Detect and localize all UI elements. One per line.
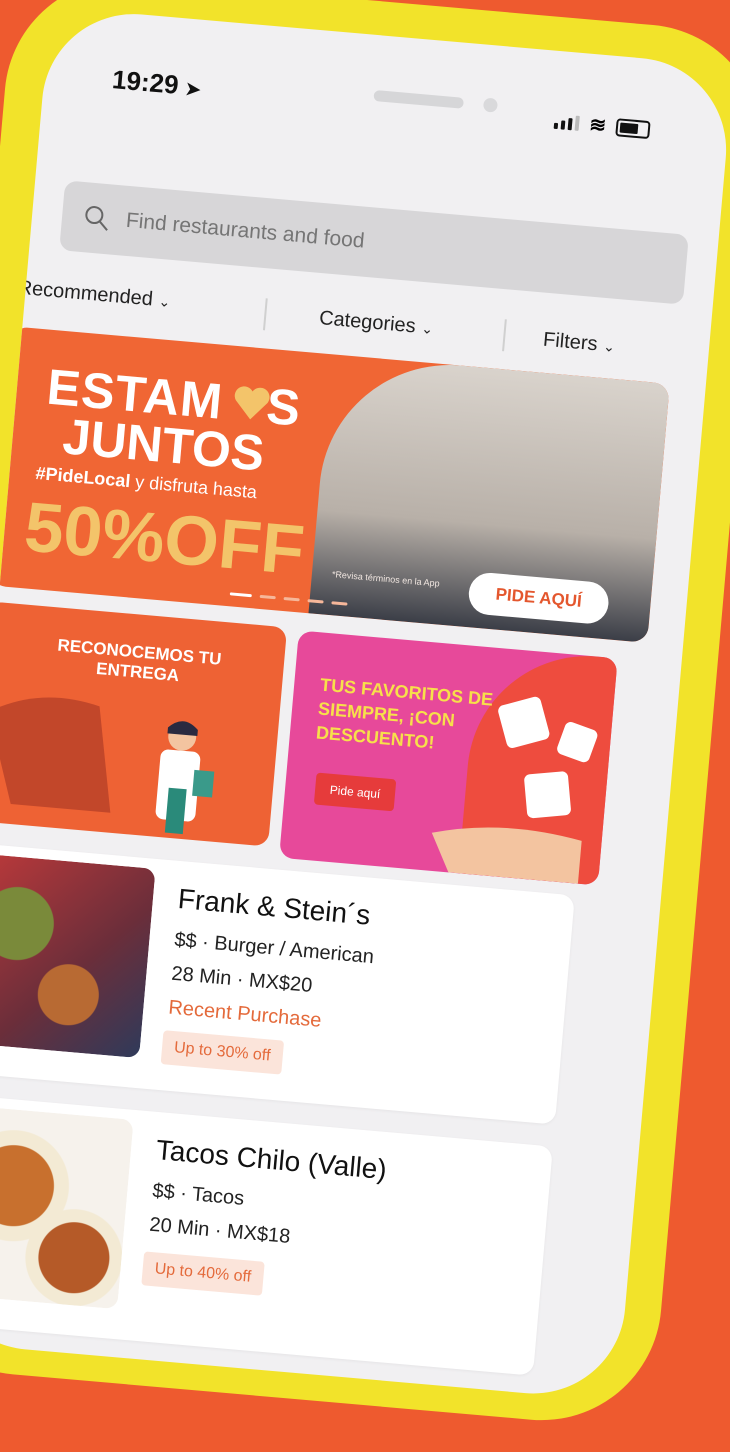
wifi-icon: ≋ <box>588 113 607 138</box>
promo-card-discount[interactable]: TUS FAVORITOS DE SIEMPRE, ¡CON DESCUENTO… <box>279 630 618 886</box>
deal-badge: Up to 30% off <box>160 1030 284 1075</box>
battery-icon <box>615 117 651 139</box>
divider <box>262 298 268 331</box>
phone-mockup: 19:29 ➤ ≋ Recommended⌄ Categories⌄ Filte… <box>0 0 730 1452</box>
promo-card-delivery[interactable]: RECONOCEMOS TU ENTREGA <box>0 601 288 847</box>
search-input[interactable] <box>122 207 648 280</box>
heart-icon <box>234 386 270 420</box>
restaurant-image <box>0 852 156 1059</box>
restaurant-delivery: 20 Min · MX$18 <box>148 1213 292 1248</box>
camera <box>482 97 499 113</box>
promo-banner[interactable]: ESTAM S JUNTOS #PideLocal y disfruta hast… <box>0 326 670 643</box>
status-icons: ≋ <box>553 109 651 142</box>
chevron-down-icon: ⌄ <box>158 293 172 310</box>
signal-icon <box>553 114 581 131</box>
filter-label: Recommended <box>16 276 154 311</box>
speaker <box>373 89 464 109</box>
restaurant-meta: $$ · Tacos <box>151 1179 246 1210</box>
restaurant-card[interactable]: Frank & Stein´s $$ · Burger / American 2… <box>0 842 575 1125</box>
restaurant-delivery: 28 Min · MX$20 <box>170 962 314 997</box>
filter-recommended[interactable]: Recommended ⌄ <box>17 277 172 313</box>
status-time: 19:29 ➤ <box>110 64 202 100</box>
restaurant-image <box>0 1103 134 1310</box>
filter-categories[interactable]: Categories ⌄ <box>318 307 434 340</box>
search-bar[interactable] <box>59 180 689 305</box>
divider <box>502 319 507 352</box>
filter-filters[interactable]: Filters ⌄ <box>542 329 616 358</box>
restaurant-meta: $$ · Burger / American <box>173 928 375 969</box>
deal-badge: Up to 40% off <box>141 1251 265 1296</box>
restaurant-card[interactable]: Tacos Chilo (Valle) $$ · Tacos 20 Min · … <box>0 1093 553 1376</box>
location-arrow-icon: ➤ <box>184 78 202 100</box>
chevron-down-icon: ⌄ <box>602 337 616 355</box>
filter-label: Filters <box>542 328 599 356</box>
app-screen: 19:29 ➤ ≋ Recommended⌄ Categories⌄ Filte… <box>0 6 730 1402</box>
recent-purchase-tag: Recent Purchase <box>167 996 323 1032</box>
dice-icon <box>431 696 598 884</box>
search-icon <box>85 206 108 231</box>
chevron-down-icon: ⌄ <box>420 320 434 337</box>
restaurant-name: Tacos Chilo (Valle) <box>154 1134 388 1186</box>
filter-label: Categories <box>318 307 417 338</box>
courier-illustration-icon <box>0 697 215 835</box>
banner-discount: 50%OFF <box>21 487 308 590</box>
restaurant-name: Frank & Stein´s <box>176 883 372 931</box>
